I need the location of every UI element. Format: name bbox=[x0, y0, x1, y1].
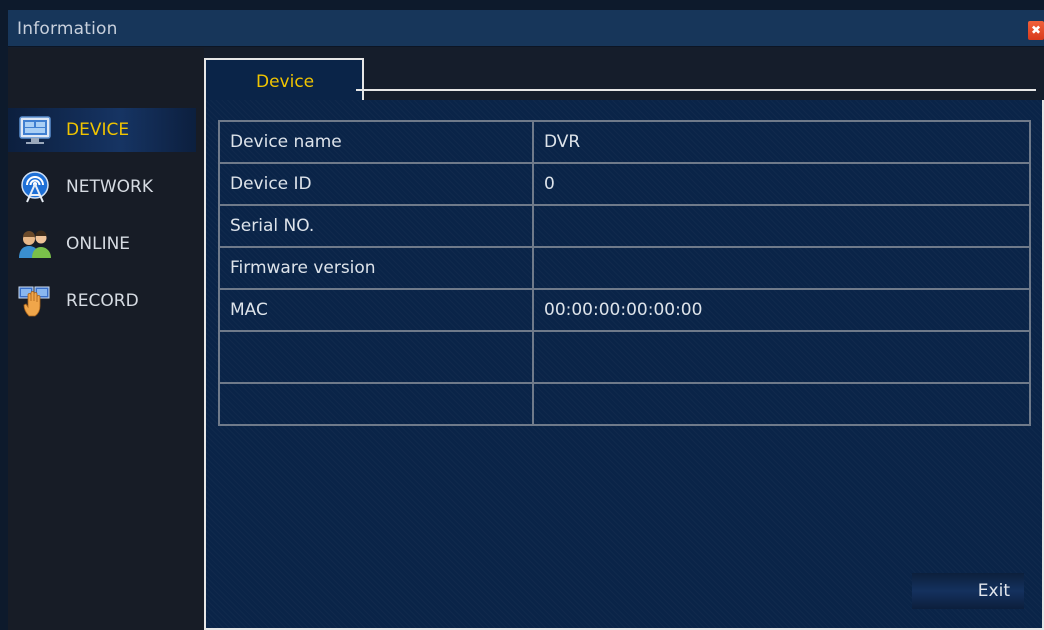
row-value bbox=[532, 330, 1031, 384]
row-key: Device ID bbox=[218, 162, 534, 206]
row-key bbox=[218, 382, 534, 426]
exit-button[interactable]: Exit bbox=[912, 573, 1024, 609]
sidebar: DEVICE NETWORK ONLINE RECORD bbox=[8, 48, 204, 630]
sidebar-item-label: DEVICE bbox=[66, 120, 130, 140]
record-hand-icon bbox=[18, 286, 50, 317]
table-row: Device ID 0 bbox=[218, 162, 1031, 206]
sidebar-item-network[interactable]: NETWORK bbox=[8, 165, 196, 209]
table-row: Serial NO. bbox=[218, 204, 1031, 248]
close-icon: ✖ bbox=[1030, 23, 1042, 37]
device-info-panel: Device name DVR Device ID 0 Serial NO. F… bbox=[204, 100, 1044, 630]
close-button[interactable]: ✖ bbox=[1028, 21, 1044, 40]
row-key: Serial NO. bbox=[218, 204, 534, 248]
sidebar-item-device[interactable]: DEVICE bbox=[8, 108, 196, 152]
tab-label: Device bbox=[256, 72, 315, 92]
row-key: Firmware version bbox=[218, 246, 534, 290]
sidebar-item-record[interactable]: RECORD bbox=[8, 279, 196, 323]
tab-divider bbox=[356, 89, 1036, 91]
table-row bbox=[218, 330, 1031, 384]
row-value: DVR bbox=[532, 120, 1031, 164]
tab-device[interactable]: Device bbox=[204, 58, 364, 104]
row-value: 0 bbox=[532, 162, 1031, 206]
device-info-table: Device name DVR Device ID 0 Serial NO. F… bbox=[218, 120, 1031, 426]
row-key: Device name bbox=[218, 120, 534, 164]
table-row: Firmware version bbox=[218, 246, 1031, 290]
users-icon bbox=[19, 230, 51, 258]
table-row: MAC 00:00:00:00:00:00 bbox=[218, 288, 1031, 332]
row-value bbox=[532, 204, 1031, 248]
tab-strip: Device bbox=[204, 48, 1044, 104]
row-value bbox=[532, 246, 1031, 290]
row-value bbox=[532, 382, 1031, 426]
sidebar-item-label: RECORD bbox=[66, 291, 139, 311]
title-bar: Information ✖ bbox=[8, 10, 1044, 47]
monitor-icon bbox=[19, 116, 51, 144]
row-key: MAC bbox=[218, 288, 534, 332]
sidebar-item-label: NETWORK bbox=[66, 177, 153, 197]
table-row: Device name DVR bbox=[218, 120, 1031, 164]
sidebar-item-online[interactable]: ONLINE bbox=[8, 222, 196, 266]
row-value: 00:00:00:00:00:00 bbox=[532, 288, 1031, 332]
window-title: Information bbox=[17, 19, 118, 39]
row-key bbox=[218, 330, 534, 384]
antenna-icon bbox=[21, 171, 49, 203]
table-row bbox=[218, 382, 1031, 426]
sidebar-item-label: ONLINE bbox=[66, 234, 131, 254]
